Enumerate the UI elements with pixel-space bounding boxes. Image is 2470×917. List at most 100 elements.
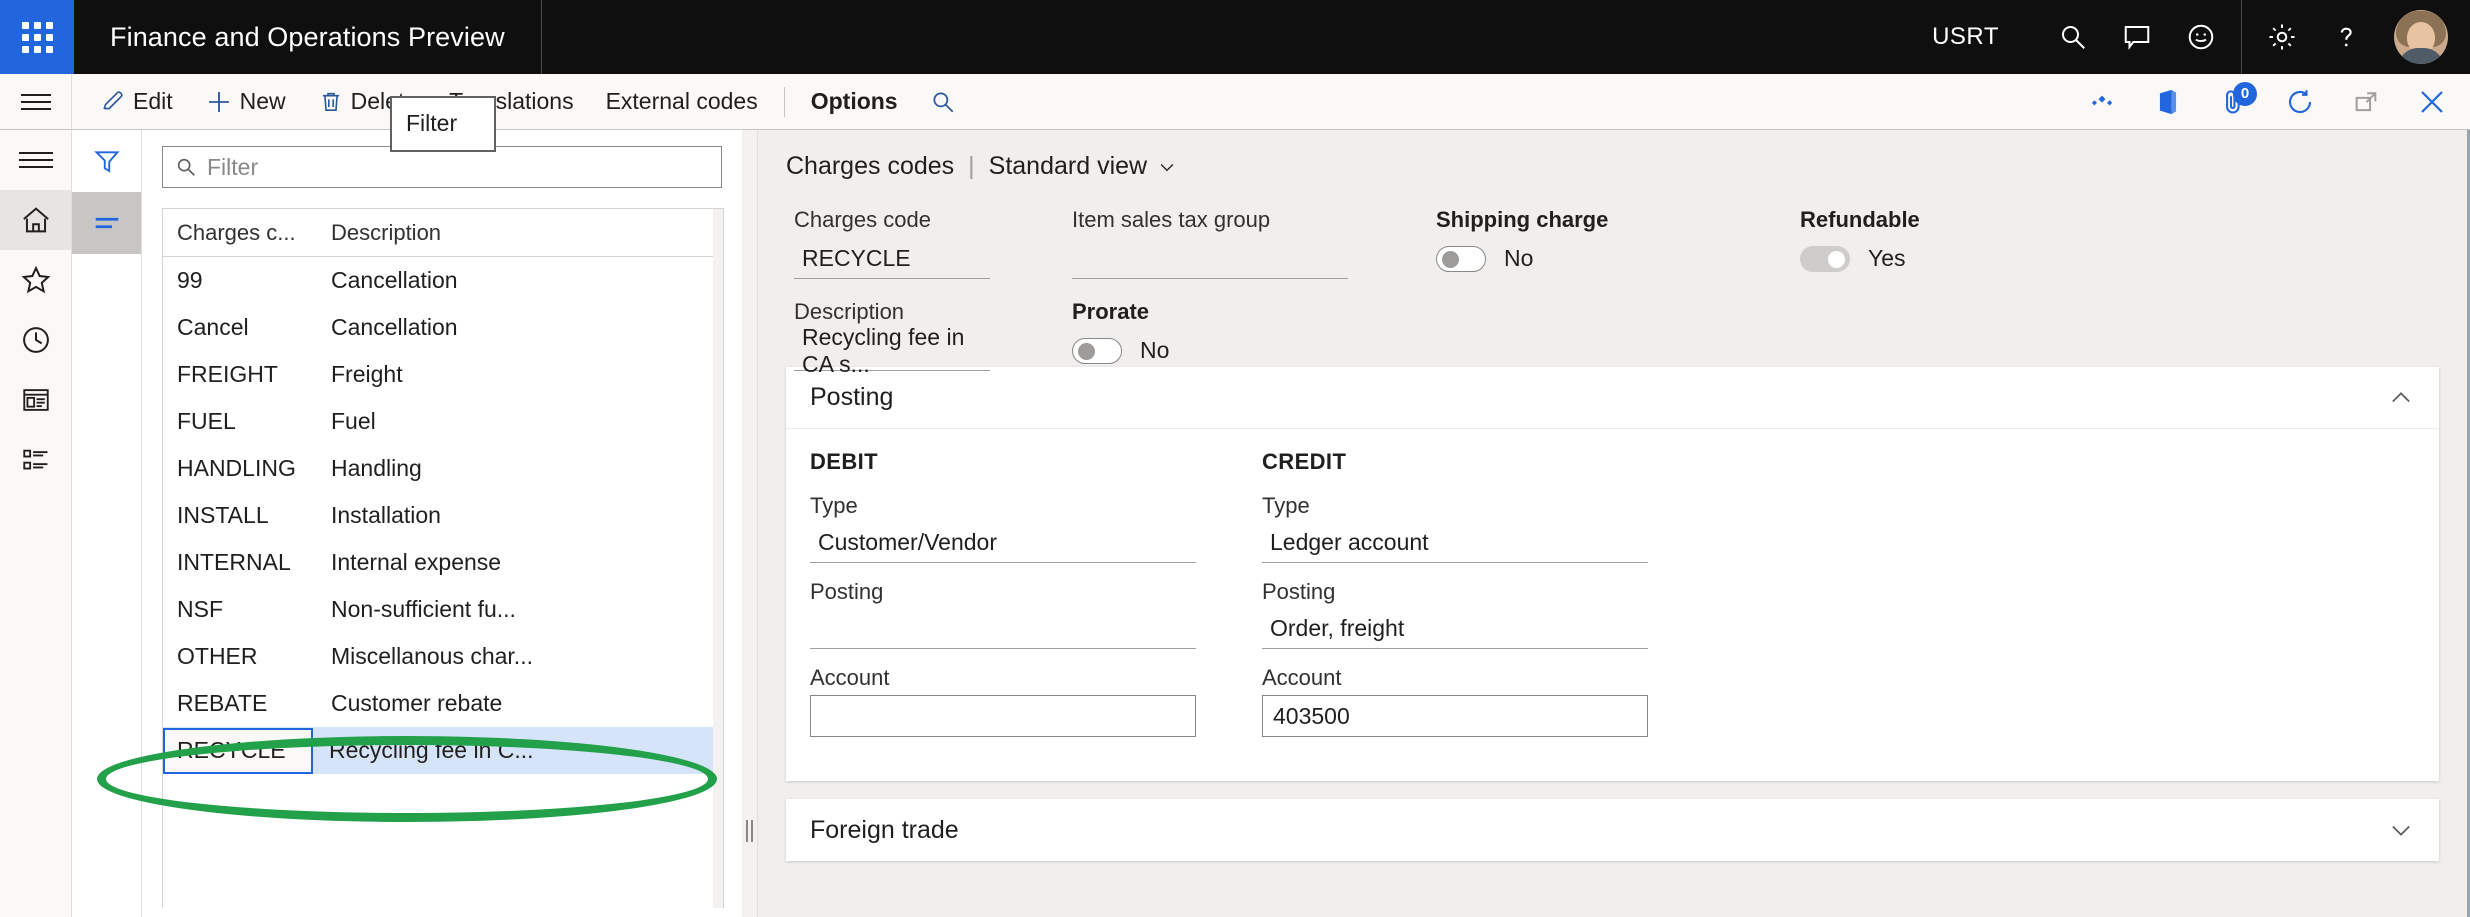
sidebar-item-recent[interactable] bbox=[0, 310, 71, 370]
view-selector[interactable]: Standard view bbox=[989, 152, 1177, 181]
sidebar-item-favorites[interactable] bbox=[0, 250, 71, 310]
credit-account-label: Account bbox=[1262, 665, 1648, 691]
list-view-icon[interactable] bbox=[72, 192, 141, 254]
field-charges-code: Charges code RECYCLE bbox=[794, 207, 990, 279]
refundable-toggle[interactable] bbox=[1800, 246, 1850, 272]
column-header-charges-code[interactable]: Charges c... bbox=[163, 220, 315, 246]
description-input[interactable]: Recycling fee in CA s... bbox=[794, 331, 990, 371]
avatar[interactable] bbox=[2394, 10, 2448, 64]
table-cell-description[interactable]: Recycling fee in C... bbox=[313, 737, 534, 764]
sidebar-item-home[interactable] bbox=[0, 190, 71, 250]
table-cell-description[interactable]: Freight bbox=[315, 361, 403, 388]
shipping-charge-toggle[interactable] bbox=[1436, 246, 1486, 272]
shipping-charge-label: Shipping charge bbox=[1436, 207, 1608, 233]
toolbar-divider bbox=[784, 87, 785, 117]
edit-button[interactable]: Edit bbox=[84, 74, 189, 129]
refresh-icon[interactable] bbox=[2280, 82, 2320, 122]
prorate-value: No bbox=[1140, 337, 1169, 364]
open-in-new-icon[interactable] bbox=[2346, 82, 2386, 122]
field-item-sales-tax-group: Item sales tax group bbox=[1072, 207, 1348, 279]
pane-splitter[interactable] bbox=[742, 130, 758, 917]
posting-fasttab-title: Posting bbox=[810, 383, 893, 412]
table-cell-description[interactable]: Handling bbox=[315, 455, 422, 482]
posting-fasttab-header[interactable]: Posting bbox=[786, 367, 2439, 429]
credit-posting-input[interactable]: Order, freight bbox=[1262, 609, 1648, 649]
table-cell-description[interactable]: Fuel bbox=[315, 408, 376, 435]
waffle-icon[interactable] bbox=[0, 0, 74, 74]
item-sales-tax-group-input[interactable] bbox=[1072, 239, 1348, 279]
table-cell-description[interactable]: Cancellation bbox=[315, 267, 458, 294]
filter-placeholder: Filter bbox=[207, 154, 258, 181]
search-icon[interactable] bbox=[2041, 0, 2105, 74]
company-code[interactable]: USRT bbox=[1932, 23, 1999, 51]
filter-funnel-icon[interactable] bbox=[72, 130, 141, 192]
table-cell-charges-code[interactable]: INSTALL bbox=[163, 502, 315, 529]
posting-fasttab: Posting DEBIT Type Customer/Vendor Posti… bbox=[786, 367, 2439, 781]
external-codes-button[interactable]: External codes bbox=[590, 74, 774, 129]
debit-type-label: Type bbox=[810, 493, 1196, 519]
search-input[interactable]: Filter bbox=[162, 146, 722, 188]
external-codes-button-label: External codes bbox=[606, 90, 758, 113]
table-row[interactable]: INTERNALInternal expense bbox=[163, 539, 723, 586]
attachments-icon[interactable]: 0 bbox=[2214, 82, 2254, 122]
toolbar-search-icon[interactable] bbox=[914, 74, 972, 129]
gear-icon[interactable] bbox=[2250, 0, 2314, 74]
table-cell-charges-code[interactable]: HANDLING bbox=[163, 455, 315, 482]
table-cell-description[interactable]: Installation bbox=[315, 502, 441, 529]
help-icon[interactable] bbox=[2314, 0, 2378, 74]
power-apps-icon[interactable] bbox=[2082, 82, 2122, 122]
smiley-icon[interactable] bbox=[2169, 0, 2233, 74]
table-cell-description[interactable]: Miscellanous char... bbox=[315, 643, 533, 670]
edit-button-label: Edit bbox=[133, 90, 173, 113]
grid-rows-container: 99CancellationCancelCancellationFREIGHTF… bbox=[163, 257, 723, 774]
grid-vertical-scrollbar[interactable] bbox=[713, 209, 723, 908]
header-fields: Charges code RECYCLE Item sales tax grou… bbox=[786, 207, 2439, 367]
office-apps-icon[interactable] bbox=[2148, 82, 2188, 122]
refundable-value: Yes bbox=[1868, 245, 1906, 272]
table-cell-charges-code[interactable]: RECYCLE bbox=[163, 728, 313, 774]
feedback-icon[interactable] bbox=[2105, 0, 2169, 74]
sidebar-item-workspaces[interactable] bbox=[0, 370, 71, 430]
prorate-toggle[interactable] bbox=[1072, 338, 1122, 364]
credit-type-input[interactable]: Ledger account bbox=[1262, 523, 1648, 563]
nav-toggle-hamburger-icon[interactable] bbox=[0, 74, 72, 129]
table-row[interactable]: 99Cancellation bbox=[163, 257, 723, 304]
table-cell-charges-code[interactable]: NSF bbox=[163, 596, 315, 623]
debit-column: DEBIT Type Customer/Vendor Posting Accou… bbox=[810, 449, 1196, 753]
table-cell-charges-code[interactable]: OTHER bbox=[163, 643, 315, 670]
table-row[interactable]: REBATECustomer rebate bbox=[163, 680, 723, 727]
grid-header-row: Charges c... Description bbox=[163, 209, 723, 257]
debit-account-input[interactable] bbox=[810, 695, 1196, 737]
table-row[interactable]: CancelCancellation bbox=[163, 304, 723, 351]
table-cell-charges-code[interactable]: 99 bbox=[163, 267, 315, 294]
foreign-trade-fasttab-header[interactable]: Foreign trade bbox=[786, 799, 2439, 861]
table-row[interactable]: OTHERMiscellanous char... bbox=[163, 633, 723, 680]
breadcrumb-separator: | bbox=[968, 152, 975, 181]
table-row[interactable]: FUELFuel bbox=[163, 398, 723, 445]
table-row[interactable]: FREIGHTFreight bbox=[163, 351, 723, 398]
table-cell-description[interactable]: Non-sufficient fu... bbox=[315, 596, 516, 623]
table-cell-description[interactable]: Internal expense bbox=[315, 549, 501, 576]
table-cell-charges-code[interactable]: FREIGHT bbox=[163, 361, 315, 388]
table-row[interactable]: HANDLINGHandling bbox=[163, 445, 723, 492]
table-row[interactable]: NSFNon-sufficient fu... bbox=[163, 586, 723, 633]
table-cell-charges-code[interactable]: FUEL bbox=[163, 408, 315, 435]
charges-code-input[interactable]: RECYCLE bbox=[794, 239, 990, 279]
options-button[interactable]: Options bbox=[795, 74, 914, 129]
sidebar-item-modules[interactable] bbox=[0, 430, 71, 490]
table-cell-charges-code[interactable]: Cancel bbox=[163, 314, 315, 341]
debit-type-input[interactable]: Customer/Vendor bbox=[810, 523, 1196, 563]
credit-account-input[interactable]: 403500 bbox=[1262, 695, 1648, 737]
table-cell-charges-code[interactable]: INTERNAL bbox=[163, 549, 315, 576]
table-cell-description[interactable]: Cancellation bbox=[315, 314, 458, 341]
table-cell-charges-code[interactable]: REBATE bbox=[163, 690, 315, 717]
breadcrumb: Charges codes | Standard view bbox=[786, 152, 2439, 181]
table-row[interactable]: RECYCLERecycling fee in C... bbox=[163, 727, 723, 774]
new-button[interactable]: New bbox=[189, 74, 302, 129]
debit-posting-input[interactable] bbox=[810, 609, 1196, 649]
table-cell-description[interactable]: Customer rebate bbox=[315, 690, 502, 717]
table-row[interactable]: INSTALLInstallation bbox=[163, 492, 723, 539]
column-header-description[interactable]: Description bbox=[315, 220, 441, 246]
close-icon[interactable] bbox=[2412, 82, 2452, 122]
nav-hamburger-icon[interactable] bbox=[0, 130, 71, 190]
